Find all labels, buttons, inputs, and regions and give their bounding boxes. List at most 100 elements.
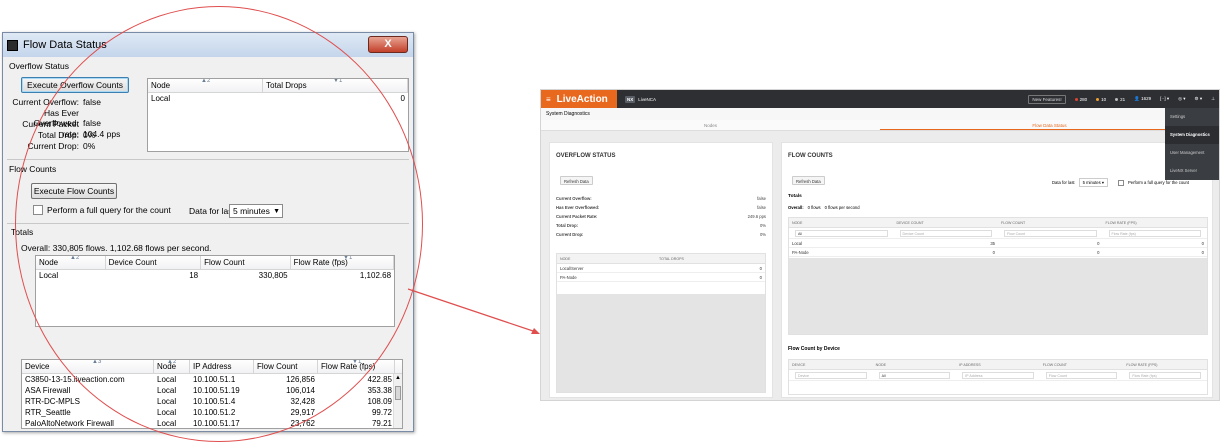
account-icon[interactable]: ⊥ [1211, 96, 1215, 102]
menu-item-system-diagnostics[interactable]: System Diagnostics [1165, 126, 1219, 144]
grid-rows: Local/Server 0 PA-Node 0 [557, 264, 765, 282]
overflow-node-table[interactable]: Node Total Drops Local 0 ▲2 ▼1 [147, 78, 409, 152]
table-row[interactable]: Local/Server 0 [557, 264, 765, 273]
flow-refresh-button[interactable]: Refresh Data [792, 176, 825, 185]
overflow-field: Current Drop: 0% [556, 232, 766, 237]
menu-icon[interactable]: ≡ [546, 95, 551, 104]
tab-nodes[interactable]: Nodes [541, 120, 880, 130]
table-row[interactable]: Local 35 0 0 [789, 239, 1207, 248]
divider [7, 223, 409, 224]
execute-overflow-counts-button[interactable]: Execute Overflow Counts [21, 77, 129, 93]
flow-count-filter[interactable]: Flow Count [1004, 229, 1097, 237]
new-features-button[interactable]: New Features! [1028, 94, 1066, 104]
full-query-checkbox[interactable] [1118, 179, 1124, 186]
overflow-field: Current Overflow: false [556, 196, 766, 201]
device-filter[interactable]: Device [795, 371, 867, 379]
vertical-scrollbar[interactable]: ▲ [393, 374, 402, 428]
tenant-selector[interactable]: NX LiveNCA [625, 95, 657, 103]
grid-rows: Local 35 0 0 PA-Node 0 0 0 [789, 239, 1207, 257]
col-device[interactable]: Device [22, 360, 154, 373]
overall-summary: Overall: 330,805 flows. 1,102.68 flows p… [21, 243, 212, 253]
device-count-filter[interactable]: Device Count [899, 229, 992, 237]
ip-filter[interactable]: IP Address [962, 371, 1034, 379]
col-flow-count[interactable]: Flow Count [254, 360, 318, 373]
settings-menu: Settings System Diagnostics User Managem… [1165, 108, 1219, 180]
flow-device-table[interactable]: Device Node IP Address Flow Count Flow R… [21, 359, 403, 429]
tenant-badge: NX [625, 95, 636, 103]
view-toggle-icon[interactable]: [··] ▾ [1160, 96, 1169, 102]
table-row[interactable]: C3850-13-15.liveaction.com Local 10.100.51… [22, 374, 402, 385]
user-icon: 👤 [1134, 96, 1140, 101]
sort-indicator-icon: ▲2 [70, 255, 80, 261]
table-row[interactable]: PA-Node 0 [557, 273, 765, 282]
menu-item-user-management[interactable]: User Management [1165, 144, 1219, 162]
liveaction-web-ui: ≡ LiveAction NX LiveNCA New Features! 28… [540, 89, 1220, 401]
table-row[interactable]: PaloAltoNetwork Firewall Local 10.100.51.1… [22, 418, 402, 428]
close-button[interactable]: X [368, 36, 408, 53]
table-header: Device Node IP Address Flow Count Flow R… [22, 360, 402, 374]
divider [7, 159, 409, 160]
window-title-bar[interactable]: Flow Data Status X [3, 33, 413, 57]
table-row[interactable]: Local 0 [148, 93, 408, 104]
data-for-last-select[interactable]: 5 minutes ▾ [1078, 178, 1108, 187]
col-ip-address[interactable]: IP Address [190, 360, 254, 373]
table-row[interactable]: PA-Node 0 0 0 [789, 248, 1207, 257]
col-node[interactable]: NODE [557, 254, 656, 263]
scroll-up-icon[interactable]: ▲ [394, 374, 402, 383]
flow-device-grid[interactable]: DEVICE NODE IP ADDRESS FLOW COUNT FLOW R… [788, 359, 1208, 395]
menu-item-settings[interactable]: Settings [1165, 108, 1219, 126]
full-query-label: Perform a full query for the count [47, 205, 171, 215]
flow-node-table[interactable]: Node Device Count Flow Count Flow Rate (… [35, 255, 395, 327]
top-bar: ≡ LiveAction NX LiveNCA New Features! 28… [541, 90, 1219, 108]
table-row[interactable]: RTR-DC-MPLS Local 10.100.51.4 32,428 108.09 [22, 396, 402, 407]
gear-icon[interactable]: ⚙ ▾ [1195, 96, 1203, 102]
flow-counts-title: FLOW COUNTS [788, 153, 833, 159]
overflow-refresh-button[interactable]: Refresh Data [560, 176, 593, 185]
table-row[interactable]: Local 18 330,805 1,102.68 [36, 270, 394, 281]
overflow-field: Total Drop: 0% [556, 223, 766, 228]
totals-label: Totals [788, 194, 802, 199]
grid-filter-row: All Device Count Flow Count Flow Rate (f… [789, 228, 1207, 239]
node-filter[interactable]: All [795, 229, 888, 237]
table-row[interactable]: RTR_Seattle Local 10.100.51.2 29,917 99.72 [22, 407, 402, 418]
alert-warning[interactable]: 10 [1096, 97, 1106, 102]
alert-critical[interactable]: 280 [1074, 97, 1087, 102]
scroll-thumb[interactable] [395, 386, 401, 400]
flow-counts-panel: FLOW COUNTS Refresh Data Data for last 5… [781, 142, 1213, 398]
table-header: Node Device Count Flow Count Flow Rate (… [36, 256, 394, 270]
flow-rate-filter[interactable]: Flow Rate (fps) [1108, 229, 1201, 237]
help-icon[interactable]: ◎ ▾ [1178, 96, 1185, 102]
data-for-last-select[interactable]: 5 minutes ▼ [229, 204, 283, 218]
node-filter[interactable]: All [878, 371, 951, 379]
brand-block[interactable]: ≡ LiveAction [541, 90, 617, 108]
window-body: Overflow Status Execute Overflow Counts … [7, 59, 409, 429]
menu-item-livenx-server[interactable]: LiveNX Server [1165, 162, 1219, 180]
flow-count-filter[interactable]: Flow Count [1045, 371, 1118, 379]
overflow-field: Current Packet Rate: 249.6 pps [556, 214, 766, 219]
full-query-option[interactable]: Perform a full query for the count [33, 205, 171, 215]
table-row[interactable]: ASA Firewall Local 10.100.51.19 106,014 353.… [22, 385, 402, 396]
flow-counts-label: Flow Counts [9, 164, 57, 174]
alert-info[interactable]: 21 [1115, 97, 1125, 102]
total-drop-field: Total Drop: 0% [37, 130, 96, 140]
user-count[interactable]: 👤 1629 [1134, 96, 1151, 102]
overflow-field: Has Ever Overflowed: false [556, 205, 766, 210]
flow-node-grid[interactable]: NODE DEVICE COUNT FLOW COUNT FLOW RATE (… [788, 217, 1208, 335]
chevron-down-icon: ▼ [273, 208, 280, 215]
comparison-stage: Flow Data Status X Overflow Status Execu… [0, 0, 1224, 443]
window-title: Flow Data Status [23, 39, 107, 51]
current-drop-field: Current Drop: 0% [27, 141, 96, 151]
full-query-checkbox[interactable] [33, 205, 43, 215]
current-overflow-field: Current Overflow: false [12, 97, 101, 107]
overflow-status-title: OVERFLOW STATUS [556, 153, 616, 159]
flow-rate-filter[interactable]: Flow Rate (fps) [1129, 371, 1201, 379]
col-flow-count[interactable]: Flow Count [201, 256, 291, 269]
brand-logo: LiveAction [556, 93, 608, 105]
col-total-drops[interactable]: TOTAL DROPS [656, 254, 765, 263]
execute-flow-counts-button[interactable]: Execute Flow Counts [31, 183, 117, 199]
totals-label: Totals [11, 227, 34, 237]
overflow-node-grid[interactable]: NODE TOTAL DROPS Local/Server 0 PA-Node 0 [556, 253, 766, 393]
col-device-count[interactable]: Device Count [106, 256, 202, 269]
data-for-last-label: Data for last [189, 206, 235, 216]
tenant-name: LiveNCA [638, 96, 657, 102]
